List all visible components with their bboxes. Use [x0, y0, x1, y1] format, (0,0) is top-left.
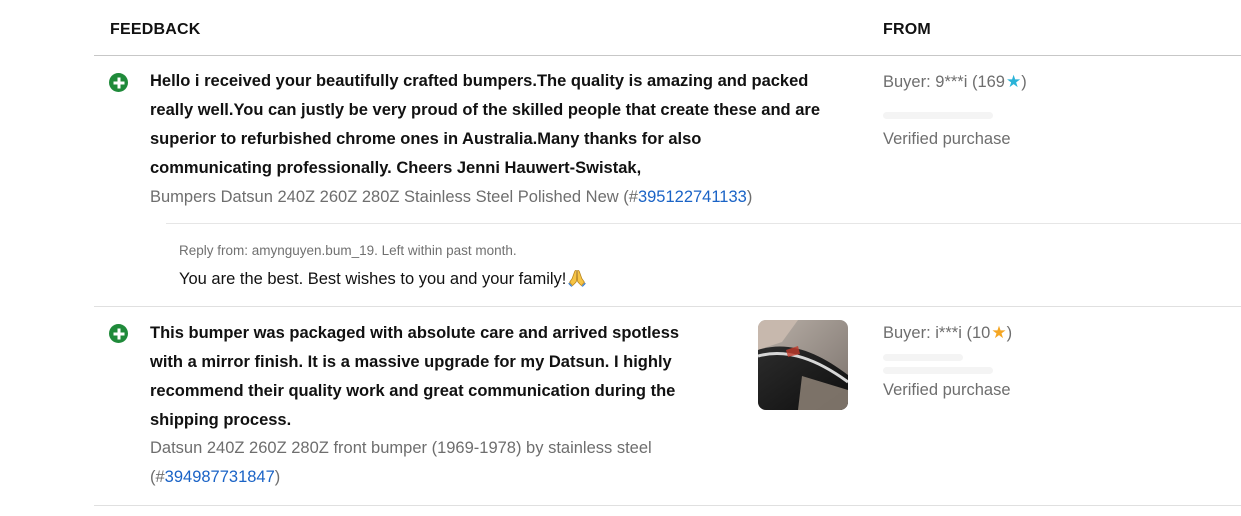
feedback-column-header: FEEDBACK: [110, 21, 201, 38]
comment-line: with a mirror finish. It is a massive up…: [150, 353, 672, 371]
item-title: Datsun 240Z 260Z 280Z front bumper (1969…: [150, 434, 652, 492]
from-column-header: FROM: [883, 21, 931, 38]
seller-reply: You are the best. Best wishes to you and…: [179, 270, 567, 288]
comment-line: shipping process.: [150, 411, 292, 429]
buyer-name[interactable]: Buyer: i***i (10: [883, 324, 990, 342]
feedback-comment: Hello i received your beautifully crafte…: [150, 67, 820, 183]
redacted-line: [883, 367, 993, 374]
comment-line: recommend their quality work and great c…: [150, 382, 676, 400]
comment-line: communicating professionally. Cheers Jen…: [150, 159, 642, 177]
star-icon: ★: [991, 323, 1007, 342]
buyer-info: Buyer: i***i (10★): [883, 323, 1013, 342]
verified-purchase: Verified purchase: [883, 381, 1011, 399]
verified-purchase: Verified purchase: [883, 130, 1011, 148]
item-title-text: Datsun 240Z 260Z 280Z front bumper (1969…: [150, 439, 652, 457]
comment-line: really well.You can justly be very proud…: [150, 101, 820, 119]
folded-hands-icon: [568, 270, 587, 287]
item-number-link[interactable]: 395122741133: [638, 188, 747, 206]
star-icon: ★: [1006, 72, 1022, 91]
photo-image: [758, 320, 848, 410]
comment-line: Hello i received your beautifully crafte…: [150, 72, 809, 90]
reply-text-row: You are the best. Best wishes to you and…: [179, 269, 587, 289]
redacted-line: [883, 354, 963, 361]
comment-line: superior to refurbished chrome ones in A…: [150, 130, 702, 148]
feedback-table: FEEDBACK FROM Hello i received your beau…: [94, 0, 1241, 506]
reply-divider: [166, 223, 1241, 224]
feedback-comment: This bumper was packaged with absolute c…: [150, 319, 679, 435]
feedback-row: Hello i received your beautifully crafte…: [94, 56, 1241, 307]
redacted-line: [883, 112, 993, 119]
positive-rating-icon: [109, 324, 128, 343]
table-header: FEEDBACK FROM: [94, 0, 1241, 56]
feedback-row: This bumper was packaged with absolute c…: [94, 307, 1241, 506]
positive-rating-icon: [109, 73, 128, 92]
buyer-info: Buyer: 9***i (169★): [883, 72, 1027, 91]
item-title-text: Bumpers Datsun 240Z 260Z 280Z Stainless …: [150, 188, 619, 206]
comment-line: This bumper was packaged with absolute c…: [150, 324, 680, 342]
item-title: Bumpers Datsun 240Z 260Z 280Z Stainless …: [150, 188, 753, 206]
buyer-name[interactable]: Buyer: 9***i (169: [883, 73, 1005, 91]
feedback-photo-thumbnail[interactable]: [758, 320, 848, 410]
reply-meta: Reply from: amynguyen.bum_19. Left withi…: [179, 243, 517, 258]
item-number-link[interactable]: 394987731847: [165, 468, 275, 486]
